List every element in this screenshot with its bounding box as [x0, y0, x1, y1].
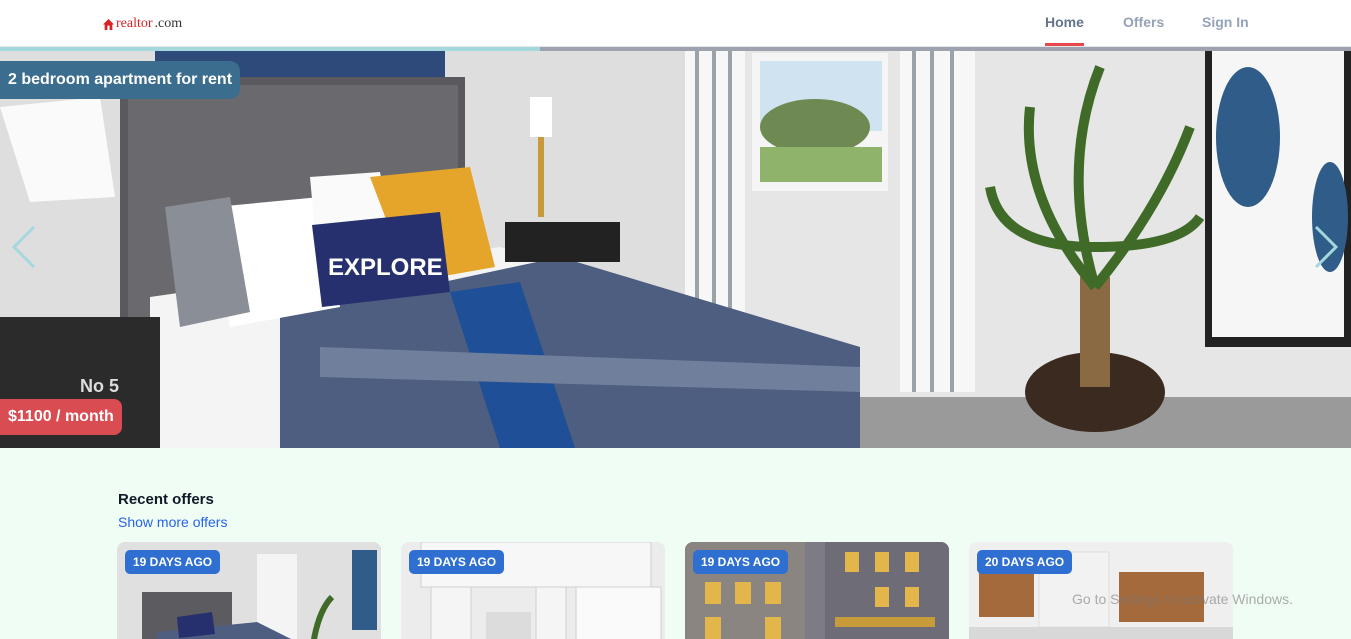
chevron-right-icon[interactable] — [1311, 222, 1341, 272]
section-title: Recent offers — [118, 491, 214, 508]
offer-card[interactable]: 19 DAYS AGO — [685, 542, 949, 639]
site-header: realtor .com Home Offers Sign In — [0, 0, 1351, 47]
realtor-logo[interactable]: realtor .com — [103, 16, 182, 32]
svg-text:No 5: No 5 — [80, 376, 119, 396]
house-icon — [103, 18, 114, 30]
nav-sign-in[interactable]: Sign In — [1202, 14, 1249, 30]
show-more-offers-link[interactable]: Show more offers — [118, 514, 227, 530]
age-badge: 19 DAYS AGO — [409, 550, 505, 574]
logo-text: realtor — [116, 16, 153, 31]
nav-offers[interactable]: Offers — [1123, 14, 1164, 30]
listing-title: 2 bedroom apartment for rent — [0, 61, 241, 99]
hero-slider[interactable]: EXPLORE No 5 2 bedroom apartment for ren… — [0, 47, 1351, 448]
hero-photo: EXPLORE No 5 — [0, 47, 1351, 448]
age-badge: 20 DAYS AGO — [977, 550, 1073, 574]
listing-price: $1100 / month — [0, 399, 122, 435]
slide-progress-fill — [0, 47, 541, 51]
offer-card[interactable]: 19 DAYS AGO — [117, 542, 381, 639]
slide-progress-bar — [0, 47, 1351, 51]
pillow-text: EXPLORE — [328, 254, 443, 281]
age-badge: 19 DAYS AGO — [693, 550, 789, 574]
offer-card[interactable]: 19 DAYS AGO — [401, 542, 665, 639]
chevron-left-icon[interactable] — [9, 222, 39, 272]
windows-activation-watermark: Go to Settings to activate Windows. — [1072, 591, 1293, 607]
nav-home[interactable]: Home — [1045, 14, 1084, 46]
age-badge: 19 DAYS AGO — [125, 550, 221, 574]
logo-tld: .com — [154, 16, 183, 31]
